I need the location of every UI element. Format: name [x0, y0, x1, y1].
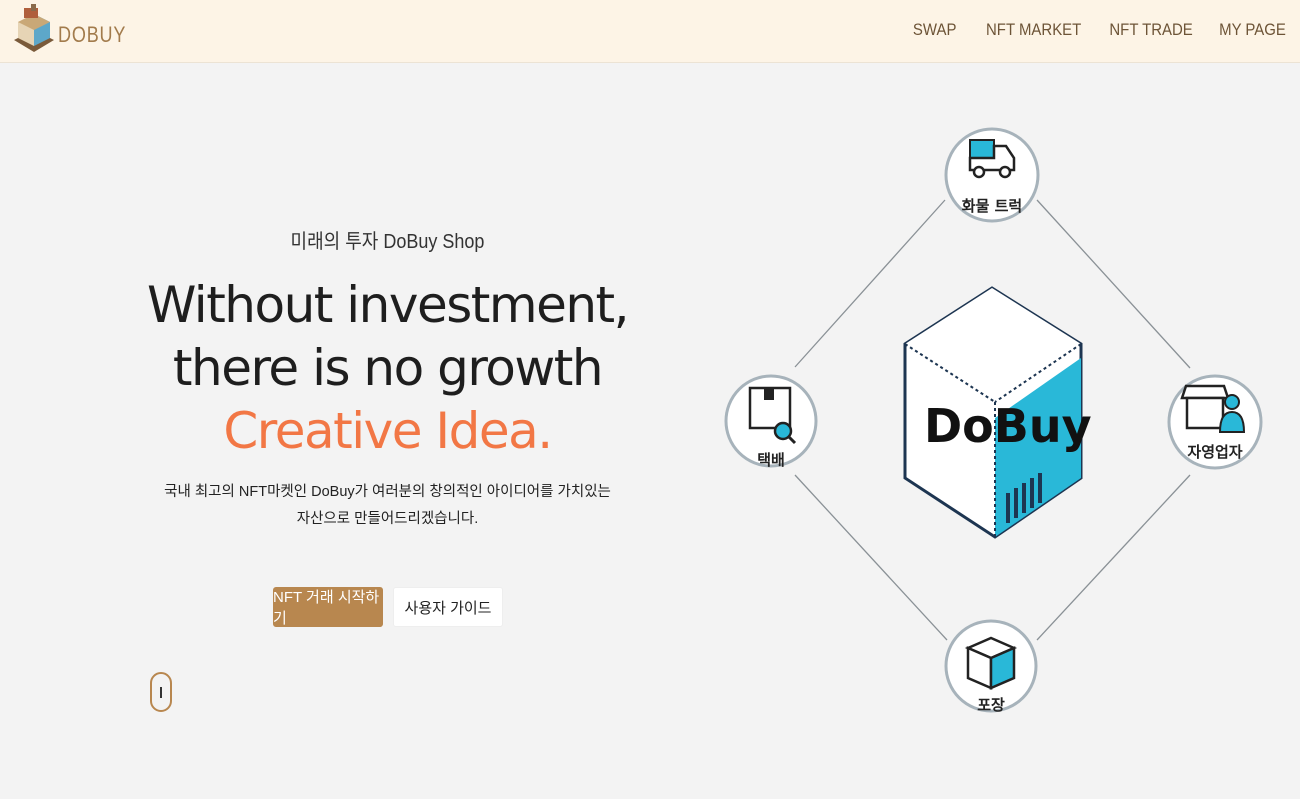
nav-nft-market[interactable]: NFT MARKET — [986, 20, 1081, 40]
delivery-node-label: 택배 — [757, 451, 785, 469]
hero-section: 미래의 투자 DoBuy Shop Without investment, th… — [130, 225, 645, 533]
description-line-2: 자산으로 만들어드리겠습니다. — [296, 511, 479, 527]
business-owner-node-label: 자영업자 — [1187, 443, 1242, 461]
business-owner-node[interactable]: 자영업자 — [1167, 374, 1263, 470]
packaging-node-label: 포장 — [977, 696, 1005, 714]
hero-subtitle: 미래의 투자 DoBuy Shop — [290, 231, 485, 253]
truck-node-label: 화물 트럭 — [962, 197, 1022, 215]
nav-my-page[interactable]: MY PAGE — [1219, 20, 1286, 40]
logo-box-icon — [14, 4, 54, 52]
scroll-indicator[interactable] — [150, 672, 172, 712]
scroll-dot — [160, 687, 162, 698]
logo-text: DOBUY — [58, 22, 127, 47]
dobuy-cube-icon: DoBuy — [903, 286, 1092, 539]
packaging-node[interactable]: 포장 — [944, 619, 1038, 714]
headline-line-1: Without investment, — [146, 276, 630, 334]
delivery-node[interactable]: 택배 — [724, 374, 818, 469]
description-line-1: 국내 최고의 NFT마켓인 DoBuy가 여러분의 창의적인 아이디어를 가치있… — [164, 484, 611, 500]
user-guide-button[interactable]: 사용자 가이드 — [393, 587, 503, 627]
nav-swap[interactable]: SWAP — [912, 20, 956, 40]
cube-brand-label: DoBuy — [924, 399, 1092, 453]
main-nav: SWAP NFT MARKET NFT TRADE MY PAGE — [907, 20, 1286, 40]
logo[interactable]: DOBUY — [12, 4, 132, 56]
headline-accent: Creative Idea. — [223, 402, 553, 460]
hero-description: 국내 최고의 NFT마켓인 DoBuy가 여러분의 창의적인 아이디어를 가치있… — [130, 479, 645, 533]
dobuy-diagram: DoBuy 화물 트럭 택배 자영업자 포장 — [724, 127, 1263, 714]
nav-nft-trade[interactable]: NFT TRADE — [1110, 20, 1193, 40]
top-header: DOBUY SWAP NFT MARKET NFT TRADE MY PAGE — [0, 0, 1300, 63]
open-box-icon — [964, 636, 1018, 690]
headline-line-2: there is no growth — [172, 339, 604, 397]
start-trade-button[interactable]: NFT 거래 시작하기 — [273, 587, 383, 627]
truck-node[interactable]: 화물 트럭 — [944, 127, 1040, 223]
